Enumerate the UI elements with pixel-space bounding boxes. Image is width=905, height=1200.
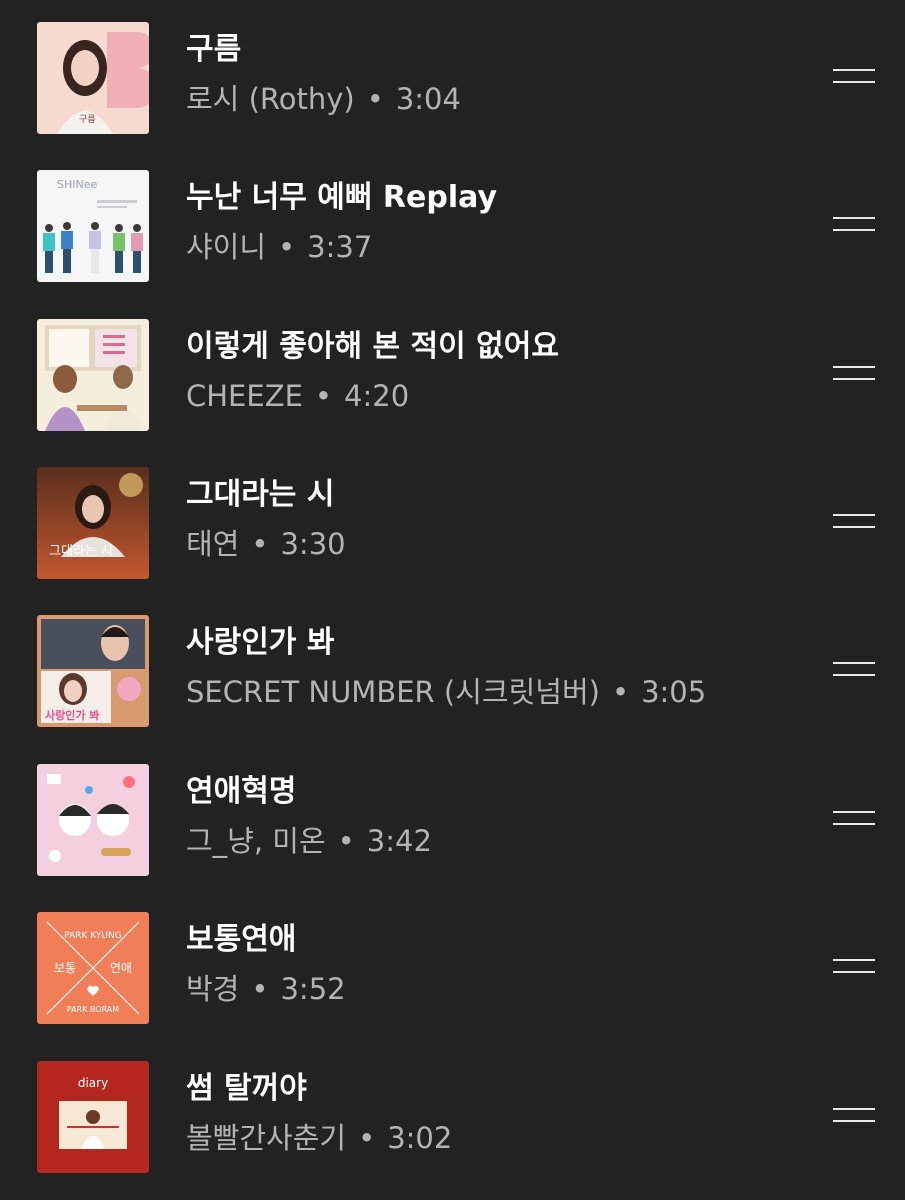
- track-duration: 3:42: [366, 824, 432, 858]
- album-art-caption-top: PARK KYUNG: [64, 931, 121, 941]
- track-duration: 3:37: [307, 230, 373, 264]
- drag-handle-icon[interactable]: [833, 811, 875, 827]
- track-duration: 3:02: [387, 1121, 453, 1155]
- drag-handle-icon[interactable]: [833, 1108, 875, 1124]
- track-title: 연애혁명: [186, 774, 297, 809]
- track-duration: 4:20: [344, 379, 410, 413]
- track-artist: 샤이니: [186, 230, 267, 264]
- track-subtitle: 그_냥, 미온 • 3:42: [186, 823, 432, 859]
- track-subtitle: SECRET NUMBER (시크릿넘버) • 3:05: [186, 674, 706, 710]
- track-title: 누난 너무 예뻐 Replay: [186, 180, 498, 215]
- track-row[interactable]: 사랑인가 봐 사랑인가 봐 SECRET NUMBER (시크릿넘버) • 3:05: [0, 593, 905, 741]
- album-art-pink-portrait: 구름: [37, 22, 149, 134]
- track-artist: 볼빨간사춘기: [186, 1121, 347, 1155]
- album-art-caption-left: 보통: [54, 961, 76, 975]
- album-art-caption: SHINee: [57, 178, 97, 191]
- drag-handle-icon[interactable]: [833, 217, 875, 233]
- track-row[interactable]: PARK KYUNG 보통 연애 PARK BORAM 보통연애 박경 • 3:52: [0, 890, 905, 1038]
- album-art-caption: 그대라는 시: [49, 544, 113, 559]
- album-art-cartoon-doodles: [37, 764, 149, 876]
- album-art-caption: 사랑인가 봐: [45, 708, 99, 722]
- separator-dot: •: [251, 527, 269, 561]
- track-duration: 3:04: [395, 82, 461, 116]
- drag-handle-icon[interactable]: [833, 514, 875, 530]
- track-artist: CHEEZE: [186, 379, 303, 413]
- separator-dot: •: [278, 230, 296, 264]
- track-title: 썸 탈꺼야: [186, 1071, 307, 1106]
- track-subtitle: 샤이니 • 3:37: [186, 229, 372, 265]
- track-subtitle: 볼빨간사춘기 • 3:02: [186, 1120, 452, 1156]
- album-art-orange-x: PARK KYUNG 보통 연애 PARK BORAM: [37, 912, 149, 1024]
- album-art-illustrated-classroom: [37, 319, 149, 431]
- track-subtitle: 태연 • 3:30: [186, 526, 346, 562]
- track-artist: 그_냥, 미온: [186, 824, 326, 858]
- separator-dot: •: [366, 82, 384, 116]
- album-art-caption-bottom: PARK BORAM: [67, 1005, 119, 1014]
- track-title: 보통연애: [186, 922, 297, 957]
- album-art-red-diary: diary: [37, 1061, 149, 1173]
- track-duration: 3:30: [280, 527, 346, 561]
- drag-handle-icon[interactable]: [833, 662, 875, 678]
- separator-dot: •: [251, 972, 269, 1006]
- track-artist: 박경: [186, 972, 240, 1006]
- track-artist: SECRET NUMBER (시크릿넘버): [186, 675, 600, 709]
- drag-handle-icon[interactable]: [833, 959, 875, 975]
- separator-dot: •: [337, 824, 355, 858]
- track-artist: 로시 (Rothy): [186, 82, 355, 116]
- track-duration: 3:52: [280, 972, 346, 1006]
- drag-handle-icon[interactable]: [833, 69, 875, 85]
- track-title: 사랑인가 봐: [186, 625, 335, 660]
- track-row[interactable]: 이렇게 좋아해 본 적이 없어요 CHEEZE • 4:20: [0, 297, 905, 445]
- album-art-caption: diary: [78, 1076, 108, 1090]
- album-art-shinee-group: SHINee: [37, 170, 149, 282]
- track-title: 구름: [186, 32, 242, 67]
- album-art-drama-collage: 사랑인가 봐: [37, 615, 149, 727]
- track-title: 그대라는 시: [186, 477, 335, 512]
- playlist-track-list: 구름 구름 로시 (Rothy) • 3:04 SHINee 누난 너무 예뻐 …: [0, 0, 905, 1200]
- separator-dot: •: [358, 1121, 376, 1155]
- track-row[interactable]: 그대라는 시 그대라는 시 태연 • 3:30: [0, 445, 905, 593]
- track-row[interactable]: diary 썸 탈꺼야 볼빨간사춘기 • 3:02: [0, 1039, 905, 1187]
- separator-dot: •: [611, 675, 630, 709]
- album-art-ost-poster: 그대라는 시: [37, 467, 149, 579]
- track-title: 이렇게 좋아해 본 적이 없어요: [186, 329, 559, 364]
- album-art-caption-right: 연애: [110, 961, 132, 975]
- track-subtitle: 로시 (Rothy) • 3:04: [186, 81, 461, 117]
- track-row[interactable]: 구름 구름 로시 (Rothy) • 3:04: [0, 0, 905, 148]
- drag-handle-icon[interactable]: [833, 366, 875, 382]
- album-art-caption: 구름: [79, 114, 96, 125]
- track-subtitle: 박경 • 3:52: [186, 971, 346, 1007]
- track-duration: 3:05: [641, 675, 707, 709]
- track-artist: 태연: [186, 527, 240, 561]
- track-subtitle: CHEEZE • 4:20: [186, 378, 409, 414]
- track-row[interactable]: SHINee 누난 너무 예뻐 Replay 샤이니 • 3:37: [0, 148, 905, 296]
- track-row[interactable]: 연애혁명 그_냥, 미온 • 3:42: [0, 742, 905, 890]
- separator-dot: •: [314, 379, 333, 413]
